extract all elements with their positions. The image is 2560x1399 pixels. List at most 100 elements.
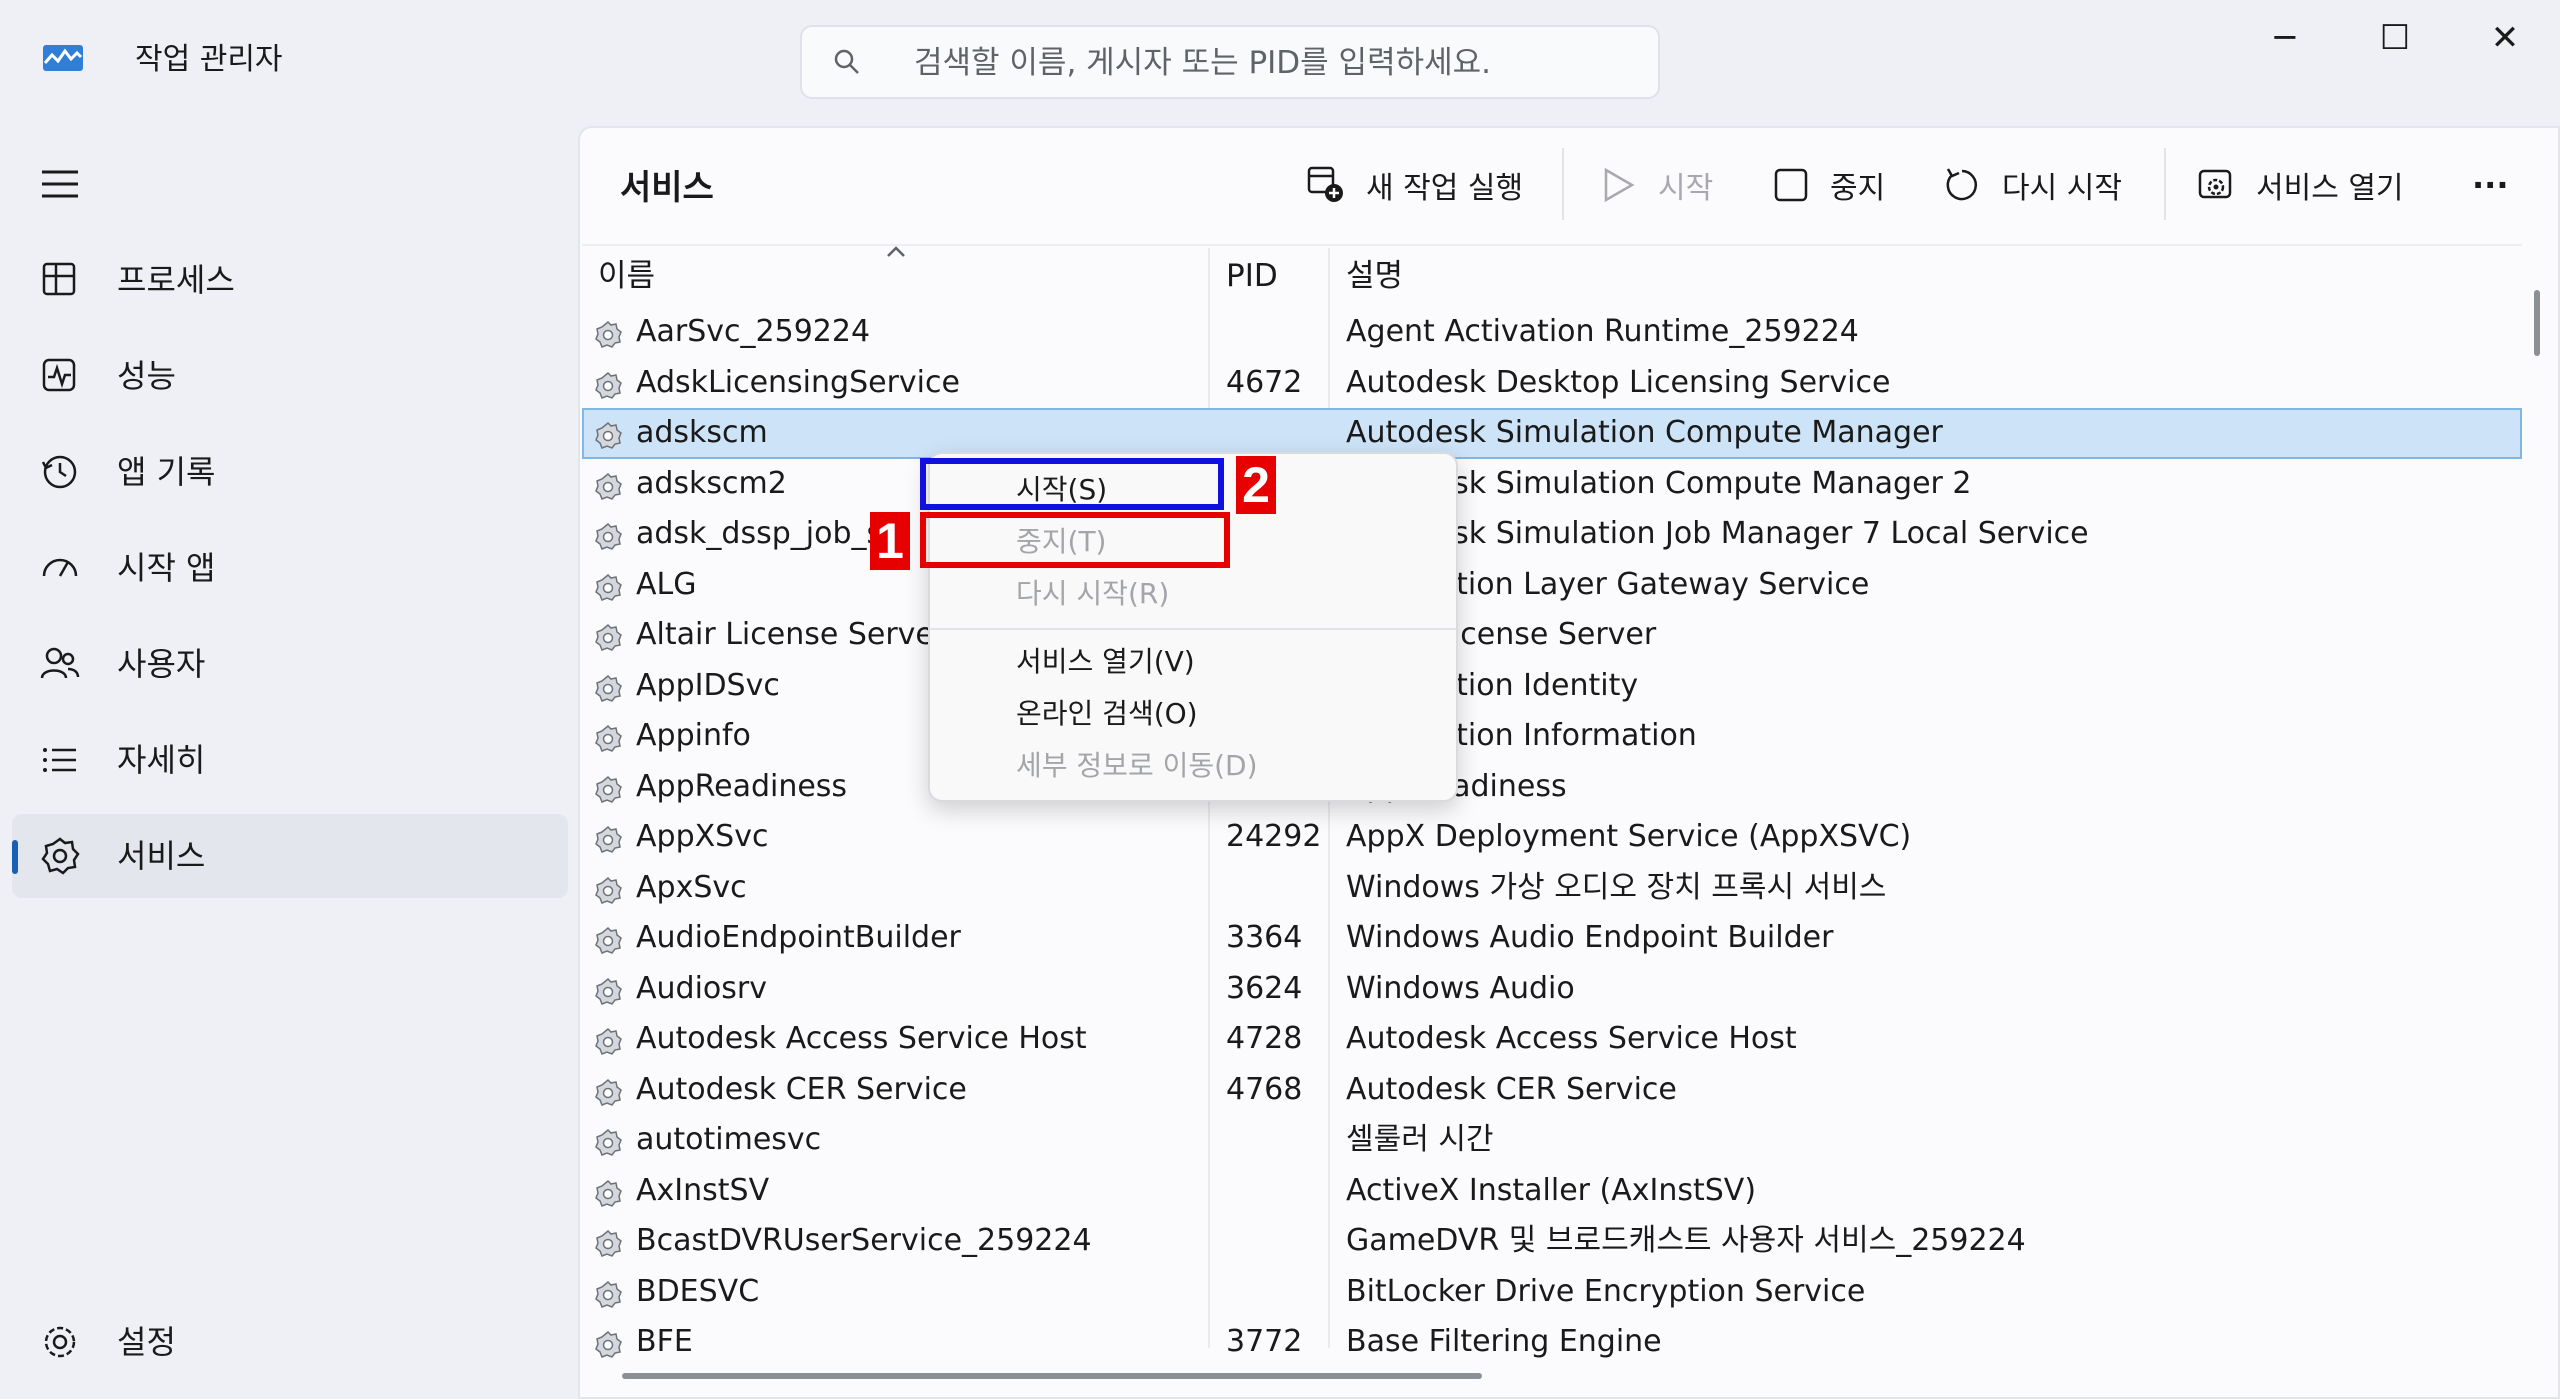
hamburger-icon bbox=[42, 170, 78, 198]
start-service-button[interactable]: 시작 bbox=[1600, 155, 1713, 215]
service-name-cell: Appinfo bbox=[636, 718, 751, 753]
search-input[interactable] bbox=[912, 37, 1636, 89]
service-gear-icon bbox=[592, 317, 624, 349]
table-row[interactable]: BcastDVRUserService_259224 GameDVR 및 브로드캐… bbox=[582, 1216, 2522, 1267]
run-new-task-label: 새 작업 실행 bbox=[1366, 171, 1524, 206]
sidebar-item-label: 시작 앱 bbox=[117, 549, 216, 587]
table-row[interactable]: AppReadinessApp Readiness bbox=[582, 762, 2522, 813]
service-name-cell: adskscm bbox=[636, 415, 768, 450]
vertical-scrollbar[interactable] bbox=[2534, 290, 2540, 356]
service-name-cell: AudioEndpointBuilder bbox=[636, 920, 961, 955]
service-name-cell: Autodesk CER Service bbox=[636, 1071, 967, 1107]
service-description-cell: Windows Audio Endpoint Builder bbox=[1346, 920, 1834, 955]
maximize-button[interactable]: ☐ bbox=[2340, 0, 2450, 75]
sidebar-item-details[interactable]: 자세히 bbox=[12, 718, 568, 802]
service-gear-icon bbox=[592, 519, 624, 551]
service-gear-icon bbox=[592, 368, 624, 400]
service-gear-icon bbox=[592, 1176, 624, 1208]
table-row[interactable]: adskscm2 Autodesk Simulation Compute Mana… bbox=[582, 459, 2522, 510]
sidebar-item-performance[interactable]: 성능 bbox=[12, 334, 568, 418]
annotation-box-stop bbox=[920, 512, 1230, 568]
table-row[interactable]: BFE 3772 Base Filtering Engine bbox=[582, 1317, 2522, 1368]
startup-icon bbox=[42, 558, 78, 577]
sidebar-item-services[interactable]: 서비스 bbox=[12, 814, 568, 898]
active-indicator bbox=[12, 840, 18, 874]
table-row[interactable]: AarSvc_259224 Agent Activation Runtime_25… bbox=[582, 307, 2522, 358]
task-manager-logo-icon bbox=[43, 45, 83, 71]
table-row[interactable]: AudioEndpointBuilder 3364 Windows Audio En… bbox=[582, 913, 2522, 964]
service-gear-icon bbox=[592, 873, 624, 905]
table-row[interactable]: Autodesk Access Service Host 4728 Autodesk… bbox=[582, 1014, 2522, 1065]
column-header-pid[interactable]: PID bbox=[1226, 254, 1278, 298]
service-pid-cell: 3624 bbox=[1226, 970, 1303, 1006]
more-options-button[interactable]: ··· bbox=[2472, 155, 2508, 215]
sidebar-item-users[interactable]: 사용자 bbox=[12, 622, 568, 706]
table-row[interactable]: BDESVC BitLocker Drive Encryption Service bbox=[582, 1267, 2522, 1318]
close-icon: ✕ bbox=[2490, 17, 2520, 58]
sidebar-item-settings[interactable]: 설정 bbox=[12, 1300, 568, 1384]
service-pid-cell: 4672 bbox=[1226, 364, 1303, 400]
toolbar-divider bbox=[1562, 148, 1564, 220]
open-services-button[interactable]: 서비스 열기 bbox=[2196, 155, 2404, 215]
toolbar-divider bbox=[2164, 148, 2166, 220]
horizontal-scrollbar[interactable] bbox=[622, 1373, 1482, 1379]
run-new-task-button[interactable]: 새 작업 실행 bbox=[1306, 155, 1523, 215]
open-services-label: 서비스 열기 bbox=[2256, 171, 2404, 206]
table-row[interactable]: Altair License Server Altair License Serv… bbox=[582, 610, 2522, 661]
service-name-cell: ALG bbox=[636, 566, 697, 602]
service-name-cell: Altair License Server bbox=[636, 617, 947, 652]
column-header-name[interactable]: 이름 bbox=[598, 254, 655, 298]
stop-icon bbox=[1774, 168, 1808, 202]
table-row[interactable]: AppIDSvc Application Identity bbox=[582, 661, 2522, 712]
service-description-cell: Autodesk CER Service bbox=[1346, 1071, 1677, 1107]
table-row[interactable]: Audiosrv 3624 Windows Audio bbox=[582, 964, 2522, 1015]
sidebar-item-label: 성능 bbox=[117, 357, 176, 395]
restart-service-button[interactable]: 다시 시작 bbox=[1942, 155, 2122, 215]
hamburger-menu-button[interactable] bbox=[38, 164, 84, 204]
table-row[interactable]: AxInstSV ActiveX Installer (AxInstSV) bbox=[582, 1166, 2522, 1217]
service-name-cell: BDESVC bbox=[636, 1273, 760, 1309]
service-gear-icon bbox=[592, 1125, 624, 1157]
sidebar-item-processes[interactable]: 프로세스 bbox=[12, 238, 568, 322]
context-menu-open-services[interactable]: 서비스 열기(V) bbox=[1016, 642, 1195, 682]
search-box[interactable] bbox=[800, 25, 1660, 99]
service-description-cell: Agent Activation Runtime_259224 bbox=[1346, 314, 1859, 349]
service-pid-cell: 3772 bbox=[1226, 1324, 1303, 1359]
sidebar-item-label: 서비스 bbox=[117, 837, 206, 875]
context-menu-go-to-details[interactable]: 세부 정보로 이동(D) bbox=[1016, 746, 1258, 786]
sidebar-item-label: 설정 bbox=[117, 1323, 176, 1361]
service-gear-icon bbox=[592, 469, 624, 501]
column-header-description[interactable]: 설명 bbox=[1346, 254, 1403, 298]
context-menu-search-online[interactable]: 온라인 검색(O) bbox=[1016, 694, 1198, 734]
close-button[interactable]: ✕ bbox=[2450, 0, 2560, 75]
table-row[interactable]: Appinfo Application Information bbox=[582, 711, 2522, 762]
table-row[interactable]: AdskLicensingService 4672 Autodesk Desktop… bbox=[582, 358, 2522, 409]
table-row[interactable]: AppXSvc 24292 AppX Deployment Service (App… bbox=[582, 812, 2522, 863]
table-row[interactable]: adskscm Autodesk Simulation Compute Manag… bbox=[582, 408, 2522, 459]
sidebar-item-label: 앱 기록 bbox=[117, 453, 216, 491]
context-menu-restart[interactable]: 다시 시작(R) bbox=[1016, 574, 1169, 614]
processes-icon bbox=[42, 262, 76, 296]
sidebar-item-app-history[interactable]: 앱 기록 bbox=[12, 430, 568, 514]
service-description-cell: AppX Deployment Service (AppXSVC) bbox=[1346, 819, 1912, 854]
new-task-icon bbox=[1307, 166, 1343, 202]
service-gear-icon bbox=[592, 671, 624, 703]
page-title: 서비스 bbox=[620, 168, 714, 208]
table-row[interactable]: Autodesk CER Service 4768 Autodesk CER Ser… bbox=[582, 1065, 2522, 1116]
more-icon: ··· bbox=[2472, 166, 2509, 204]
start-service-label: 시작 bbox=[1658, 171, 1714, 206]
service-name-cell: adsk_dssp_job_s bbox=[636, 516, 883, 551]
service-gear-icon bbox=[592, 772, 624, 804]
service-gear-icon bbox=[592, 923, 624, 955]
service-gear-icon bbox=[592, 1327, 624, 1359]
sidebar-item-startup-apps[interactable]: 시작 앱 bbox=[12, 526, 568, 610]
stop-service-button[interactable]: 중지 bbox=[1772, 155, 1885, 215]
sidebar-item-label: 사용자 bbox=[117, 645, 206, 683]
service-description-cell: Autodesk Access Service Host bbox=[1346, 1021, 1797, 1056]
minimize-button[interactable]: ─ bbox=[2230, 0, 2340, 75]
table-row[interactable]: ApxSvc Windows 가상 오디오 장치 프록시 서비스 bbox=[582, 863, 2522, 914]
service-description-cell: BitLocker Drive Encryption Service bbox=[1346, 1273, 1866, 1309]
table-row[interactable]: autotimesvc 셀룰러 시간 bbox=[582, 1115, 2522, 1166]
service-name-cell: adskscm2 bbox=[636, 465, 787, 501]
service-name-cell: Autodesk Access Service Host bbox=[636, 1021, 1087, 1056]
